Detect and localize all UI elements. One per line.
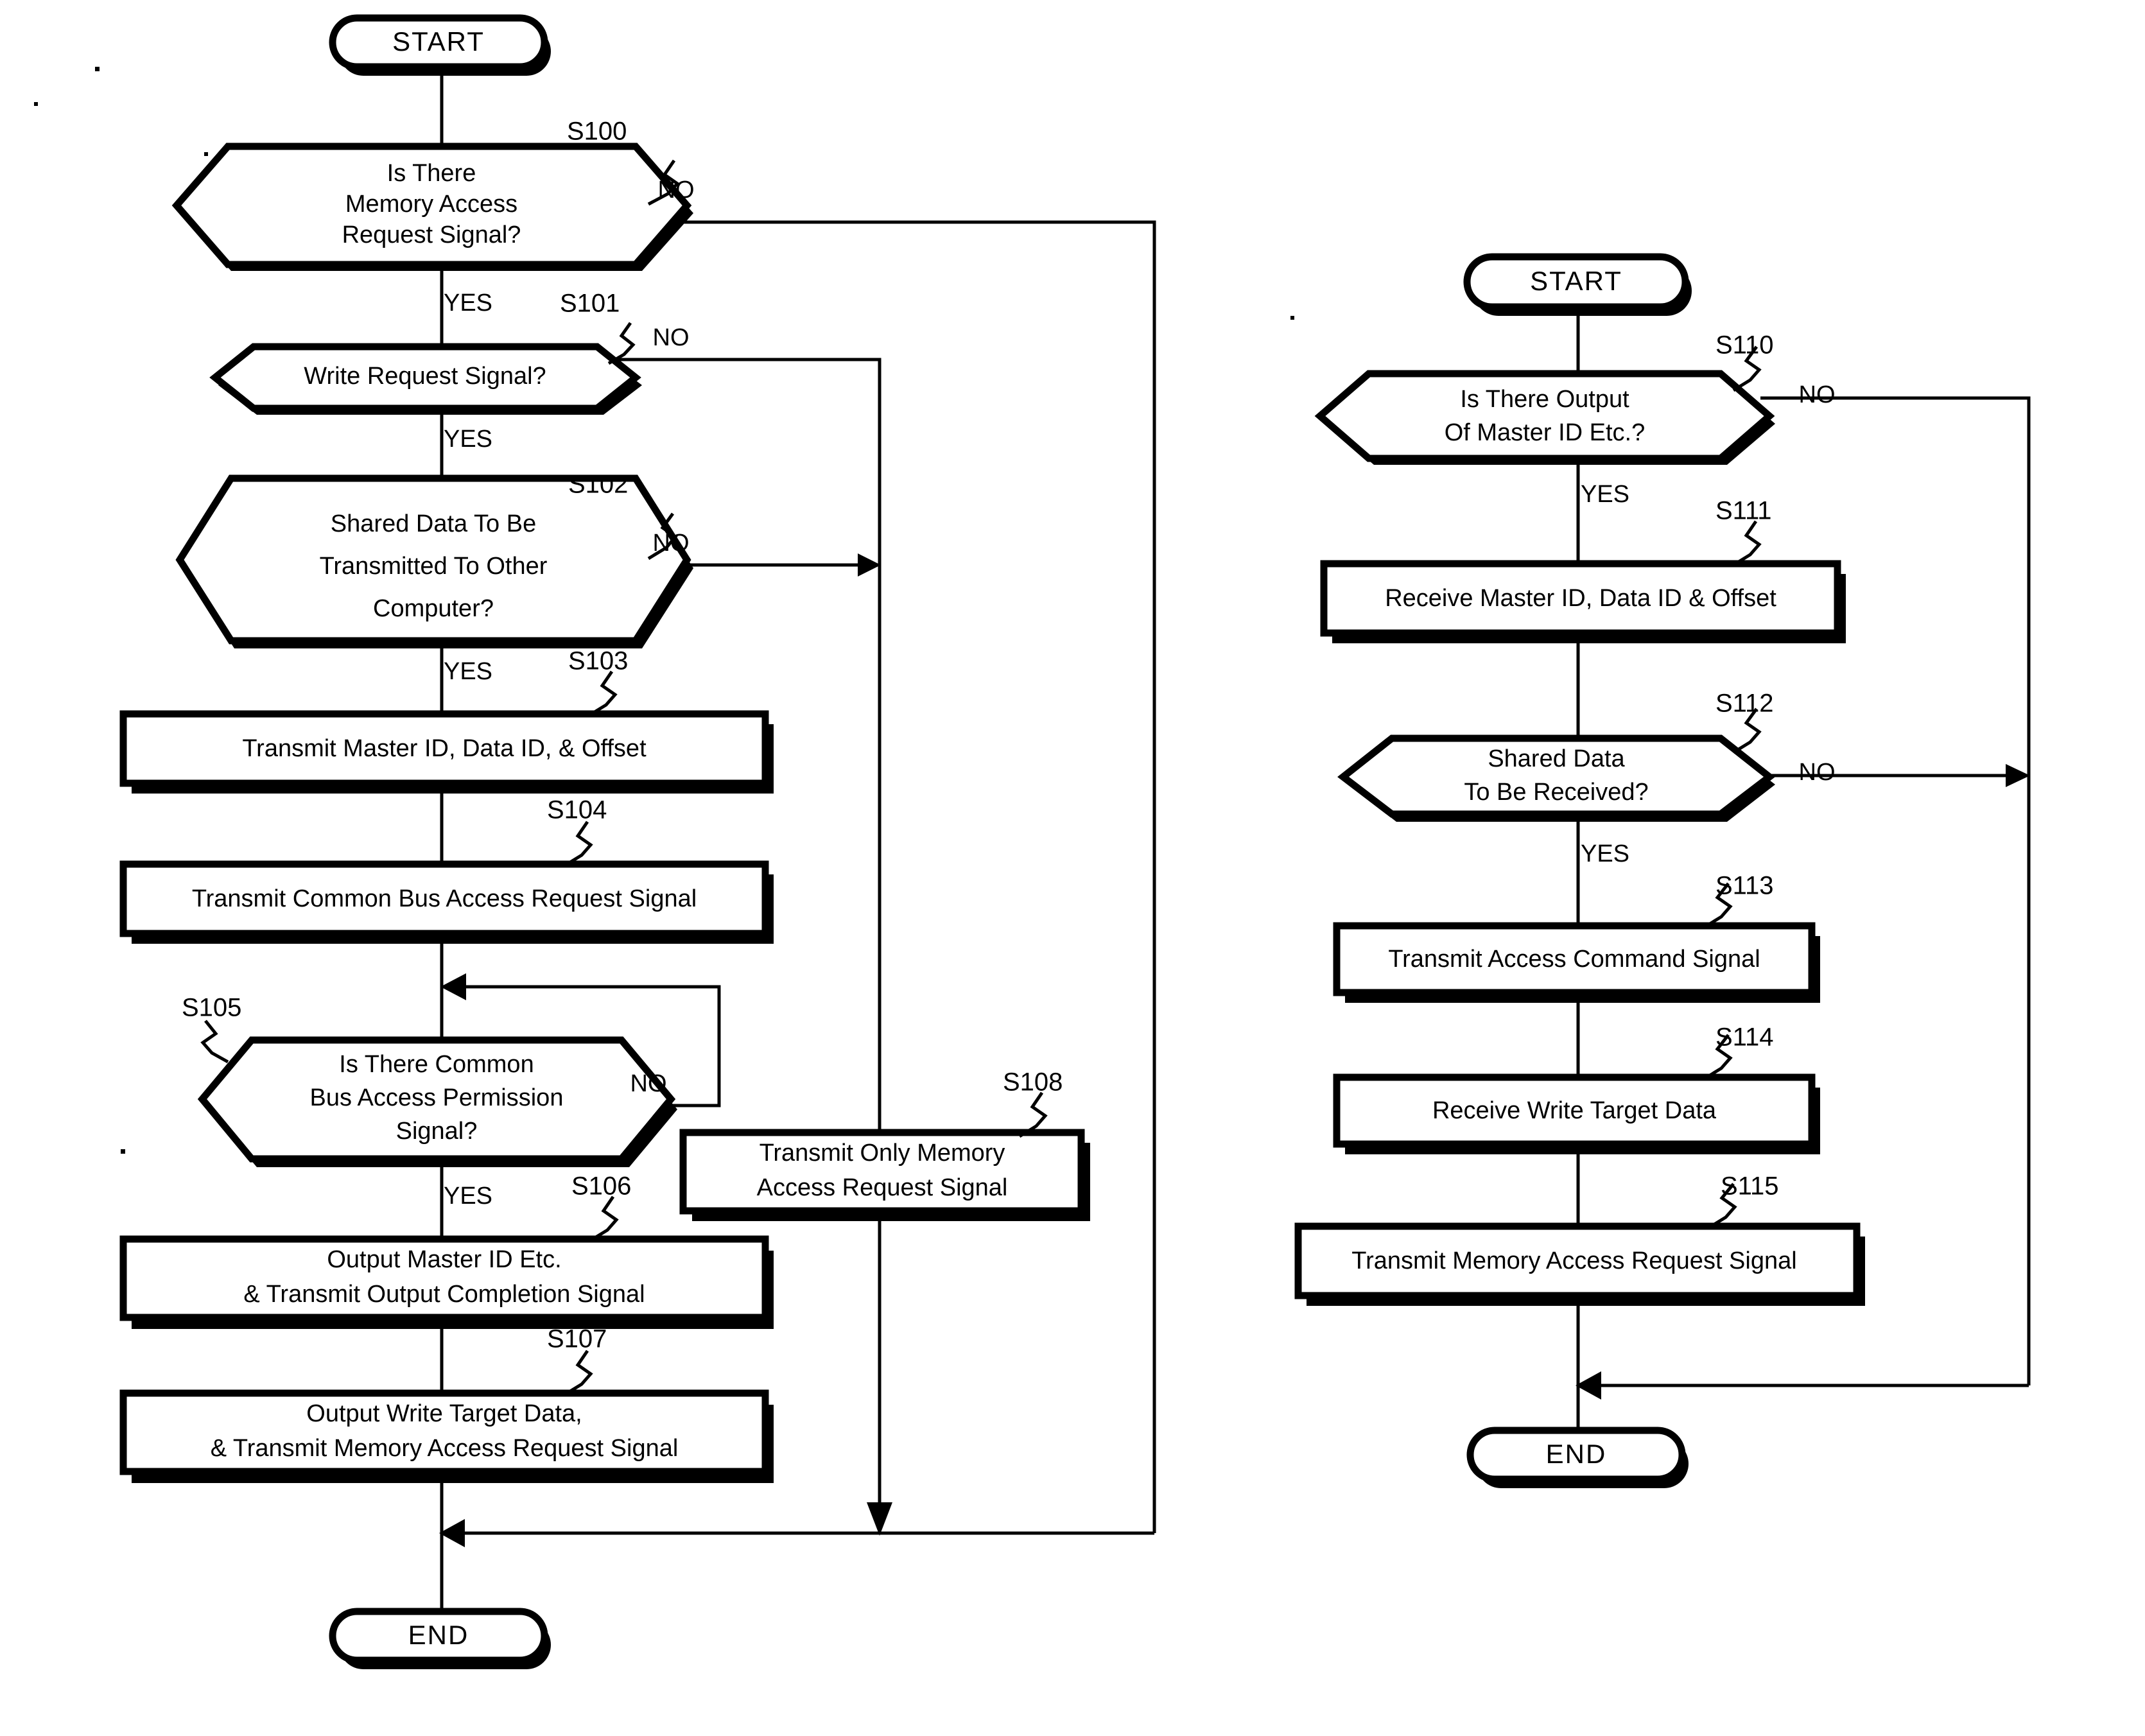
node-s111: Receive Master ID, Data ID & Offset xyxy=(1320,560,1846,643)
left-start-label: START xyxy=(392,26,485,56)
branch-s100-yes: YES xyxy=(444,290,492,317)
node-s112-line-1: To Be Received? xyxy=(1464,779,1648,806)
right-end-terminator: END xyxy=(1466,1427,1689,1488)
node-s110-line-0: Is There Output xyxy=(1460,386,1629,413)
arrowhead-s105-loop xyxy=(440,973,466,1000)
ref-s102-label: S102 xyxy=(568,471,628,499)
node-s113-line-0: Transmit Access Command Signal xyxy=(1388,946,1760,973)
ref-s106: S106 xyxy=(571,1172,631,1242)
scan-speck xyxy=(34,102,38,106)
node-s111-line-0: Receive Master ID, Data ID & Offset xyxy=(1385,585,1776,612)
branch-s112-yes: YES xyxy=(1581,840,1629,867)
node-s107-line-1: & Transmit Memory Access Request Signal xyxy=(211,1435,679,1462)
scan-speck xyxy=(95,67,100,71)
node-s106: Output Master ID Etc. & Transmit Output … xyxy=(119,1235,774,1329)
ref-s111-label: S111 xyxy=(1715,497,1771,525)
branch-s100-no: NO xyxy=(658,177,695,204)
right-start-label: START xyxy=(1530,266,1622,296)
ref-s100-label: S100 xyxy=(567,117,627,146)
left-end-terminator: END xyxy=(329,1608,551,1669)
node-s104-line-0: Transmit Common Bus Access Request Signa… xyxy=(192,885,697,912)
node-s115: Transmit Memory Access Request Signal xyxy=(1294,1222,1865,1306)
left-connectors xyxy=(439,58,1156,1611)
scan-speck xyxy=(121,1149,125,1154)
branch-s110-no: NO xyxy=(1799,381,1836,408)
ref-s110-label: S110 xyxy=(1715,331,1773,360)
branch-s112-no: NO xyxy=(1799,759,1836,786)
node-s107: Output Write Target Data, & Transmit Mem… xyxy=(119,1389,774,1483)
ref-s108: S108 xyxy=(1003,1068,1063,1138)
node-s102-line-1: Transmitted To Other xyxy=(320,553,548,580)
scan-speck xyxy=(204,152,208,156)
node-s104: Transmit Common Bus Access Request Signa… xyxy=(119,860,774,944)
right-start-terminator: START xyxy=(1463,253,1692,316)
ref-s105-label: S105 xyxy=(182,994,241,1022)
branch-s110-yes: YES xyxy=(1581,481,1629,508)
ref-s115-label: S115 xyxy=(1721,1172,1778,1201)
node-s105: Is There Common Bus Access Permission Si… xyxy=(197,1036,677,1167)
branch-s101-yes: YES xyxy=(444,426,492,453)
ref-s104: S104 xyxy=(547,796,607,867)
node-s103-line-0: Transmit Master ID, Data ID, & Offset xyxy=(242,735,647,762)
node-s100-line-2: Request Signal? xyxy=(342,221,521,248)
node-s114: Receive Write Target Data xyxy=(1333,1073,1820,1154)
right-end-label: END xyxy=(1546,1439,1607,1469)
node-s115-line-0: Transmit Memory Access Request Signal xyxy=(1351,1247,1796,1274)
ref-s112-label: S112 xyxy=(1715,690,1773,718)
node-s102-line-0: Shared Data To Be xyxy=(331,510,536,537)
ref-s106-label: S106 xyxy=(571,1172,631,1201)
ref-s107: S107 xyxy=(547,1325,607,1396)
flowchart-canvas: START Is There Memory Access Request Sig… xyxy=(0,0,2145,1736)
node-s106-line-1: & Transmit Output Completion Signal xyxy=(243,1281,645,1308)
node-s110-line-1: Of Master ID Etc.? xyxy=(1445,419,1646,446)
ref-s105: S105 xyxy=(182,994,241,1064)
arrowhead-s102-no xyxy=(858,553,881,577)
node-s101-line-0: Write Request Signal? xyxy=(304,363,546,390)
node-s113: Transmit Access Command Signal xyxy=(1333,922,1820,1003)
ref-s107-label: S107 xyxy=(547,1325,607,1353)
node-s114-line-0: Receive Write Target Data xyxy=(1432,1097,1717,1124)
ref-s108-label: S108 xyxy=(1003,1068,1063,1097)
ref-s113-label: S113 xyxy=(1715,872,1773,900)
scan-speck xyxy=(1290,316,1294,320)
branch-s102-no: NO xyxy=(653,530,690,557)
node-s101: Write Request Signal? xyxy=(209,343,642,415)
node-s105-line-1: Bus Access Permission xyxy=(310,1084,564,1111)
branch-s102-yes: YES xyxy=(444,658,492,685)
node-s110: Is There Output Of Master ID Etc.? xyxy=(1314,370,1775,465)
ref-s114: S114 xyxy=(1703,1023,1773,1081)
ref-s114-label: S114 xyxy=(1715,1023,1773,1052)
branch-s105-yes: YES xyxy=(444,1183,492,1210)
branch-s101-no: NO xyxy=(653,324,690,351)
node-s105-line-0: Is There Common xyxy=(339,1051,534,1078)
node-s100-line-0: Is There xyxy=(387,160,476,187)
left-start-terminator: START xyxy=(329,14,551,76)
node-s108-line-0: Transmit Only Memory xyxy=(760,1140,1005,1167)
node-s102-line-2: Computer? xyxy=(373,595,494,622)
ref-s111: S111 xyxy=(1715,497,1771,567)
flowchart-svg: START Is There Memory Access Request Sig… xyxy=(34,14,2031,1669)
node-s107-line-0: Output Write Target Data, xyxy=(306,1400,582,1427)
ref-s101-label: S101 xyxy=(560,290,620,318)
node-s100-line-1: Memory Access xyxy=(345,191,517,218)
node-s102: Shared Data To Be Transmitted To Other C… xyxy=(175,474,693,648)
node-s100: Is There Memory Access Request Signal? xyxy=(171,143,693,271)
branch-s105-no: NO xyxy=(630,1070,667,1097)
node-s108: Transmit Only Memory Access Request Sign… xyxy=(679,1129,1090,1221)
node-s108-line-1: Access Request Signal xyxy=(757,1174,1008,1201)
node-s105-line-2: Signal? xyxy=(396,1118,478,1145)
left-end-label: END xyxy=(408,1620,469,1650)
node-s112-line-0: Shared Data xyxy=(1488,745,1625,772)
ref-s103-label: S103 xyxy=(568,647,628,675)
arrowhead-s101-rail xyxy=(867,1502,892,1536)
ref-s104-label: S104 xyxy=(547,796,607,824)
node-s112: Shared Data To Be Received? xyxy=(1337,734,1775,822)
ref-s103: S103 xyxy=(568,647,628,717)
ref-s115: S115 xyxy=(1708,1172,1778,1229)
node-s103: Transmit Master ID, Data ID, & Offset xyxy=(119,710,774,794)
ref-s113: S113 xyxy=(1703,872,1773,929)
node-s106-line-0: Output Master ID Etc. xyxy=(327,1246,561,1273)
